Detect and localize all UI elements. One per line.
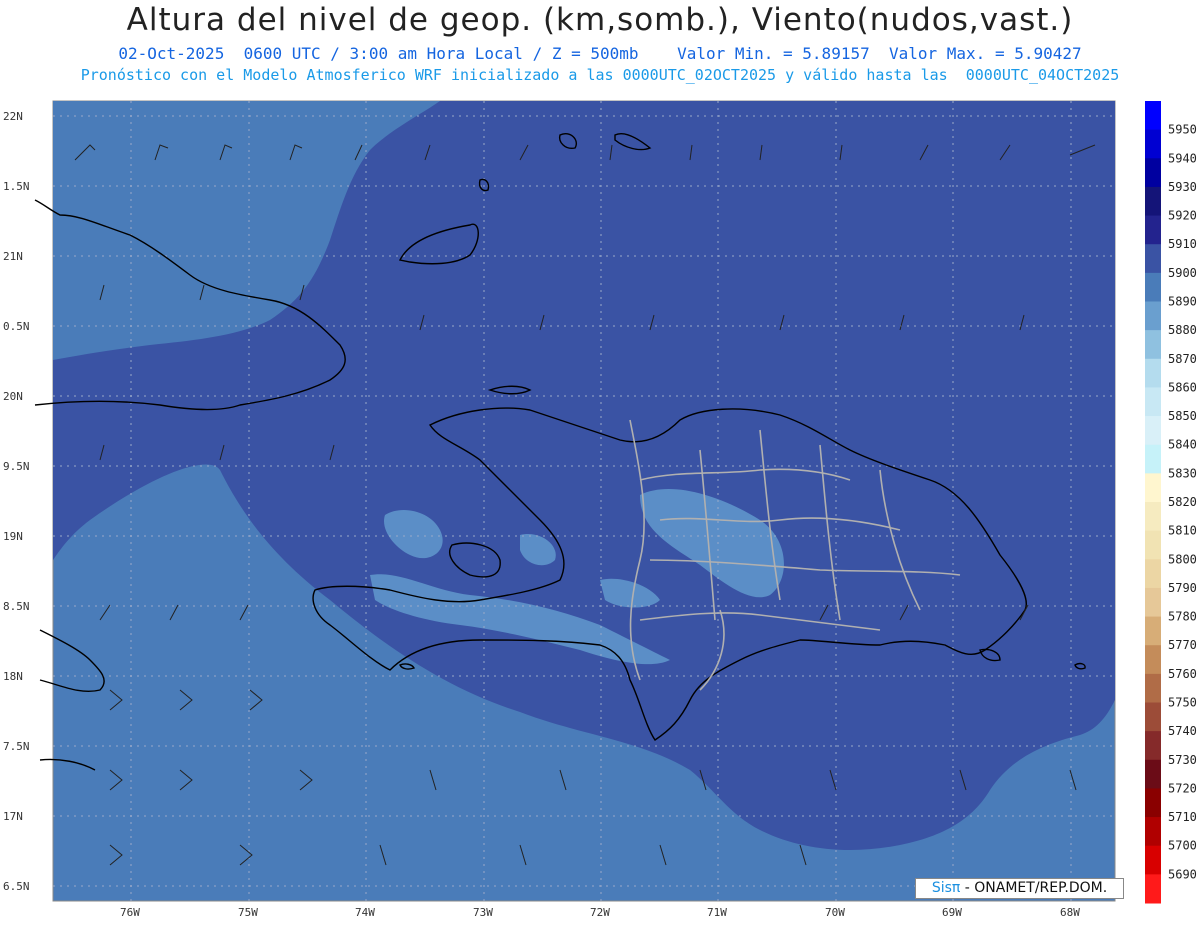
colorbar-swatch [1145, 387, 1161, 417]
lat-label: 17N [3, 810, 23, 823]
colorbar-swatch [1145, 731, 1161, 761]
lat-label: 0.5N [3, 320, 30, 333]
colorbar-label: 5870 [1168, 352, 1197, 366]
brand-logo: Sisπ [931, 880, 961, 896]
colorbar-label: 5910 [1168, 237, 1197, 251]
lat-label: 20N [3, 390, 23, 403]
colorbar-swatch [1145, 502, 1161, 532]
colorbar-swatch [1145, 473, 1161, 503]
colorbar-label: 5860 [1168, 380, 1197, 394]
lon-label: 72W [590, 906, 610, 919]
colorbar-swatch [1145, 301, 1161, 331]
lat-label: 9.5N [3, 460, 30, 473]
lon-label: 73W [473, 906, 493, 919]
lon-label: 68W [1060, 906, 1080, 919]
lat-label: 18N [3, 670, 23, 683]
colorbar-label: 5740 [1168, 724, 1197, 738]
lon-label: 74W [355, 906, 375, 919]
colorbar-label: 5710 [1168, 810, 1197, 824]
colorbar-swatch [1145, 645, 1161, 675]
colorbar-swatch [1145, 444, 1161, 474]
lon-label: 69W [942, 906, 962, 919]
colorbar-swatch [1145, 101, 1161, 131]
colorbar-label: 5760 [1168, 667, 1197, 681]
colorbar-swatch [1145, 817, 1161, 847]
lat-label: 21N [3, 250, 23, 263]
lat-label: 8.5N [3, 600, 30, 613]
colorbar-label: 5790 [1168, 581, 1197, 595]
lat-label: 6.5N [3, 880, 30, 893]
colorbar-label: 5940 [1168, 151, 1197, 165]
colorbar-swatch [1145, 874, 1161, 904]
colorbar-swatch [1145, 416, 1161, 446]
colorbar-swatch [1145, 186, 1161, 217]
colorbar-swatch [1145, 330, 1161, 360]
colorbar-label: 5690 [1168, 867, 1197, 881]
colorbar-swatch [1145, 673, 1161, 703]
colorbar-label: 5770 [1168, 638, 1197, 652]
colorbar-swatch [1145, 158, 1161, 188]
brand-org: - ONAMET/REP.DOM. [960, 880, 1108, 896]
colorbar-label: 5920 [1168, 209, 1197, 223]
colorbar-label: 5930 [1168, 180, 1197, 194]
colorbar-swatch [1145, 616, 1161, 646]
colorbar-label: 5730 [1168, 753, 1197, 767]
brand-label: Sisπ - ONAMET/REP.DOM. [915, 878, 1124, 899]
colorbar-label: 5880 [1168, 323, 1197, 337]
colorbar-label: 5700 [1168, 839, 1197, 853]
colorbar-label: 5820 [1168, 495, 1197, 509]
forecast-map: 22N 1.5N 21N 0.5N 20N 9.5N 19N 8.5N 18N … [3, 100, 1197, 919]
colorbar-swatch [1145, 358, 1161, 388]
colorbar-label: 5900 [1168, 266, 1197, 280]
colorbar-swatch [1145, 587, 1161, 618]
colorbar: 5950 5940 5930 5920 5910 5900 5890 5880 5870 5860… [1145, 101, 1197, 904]
latitude-labels: 22N 1.5N 21N 0.5N 20N 9.5N 19N 8.5N 18N … [3, 110, 30, 893]
lon-label: 71W [707, 906, 727, 919]
lat-label: 1.5N [3, 180, 30, 193]
colorbar-label: 5780 [1168, 610, 1197, 624]
colorbar-swatch [1145, 845, 1161, 875]
colorbar-label: 5950 [1168, 123, 1197, 137]
colorbar-swatch [1145, 215, 1161, 245]
lat-label: 19N [3, 530, 23, 543]
colorbar-swatch [1145, 702, 1161, 732]
colorbar-swatch [1145, 272, 1161, 302]
colorbar-swatch [1145, 788, 1161, 818]
lon-label: 75W [238, 906, 258, 919]
colorbar-swatch [1145, 244, 1161, 274]
colorbar-label: 5890 [1168, 295, 1197, 309]
colorbar-label: 5750 [1168, 696, 1197, 710]
lat-label: 22N [3, 110, 23, 123]
colorbar-swatch [1145, 530, 1161, 560]
longitude-labels: 76W 75W 74W 73W 72W 71W 70W 69W 68W [120, 906, 1080, 919]
lat-label: 7.5N [3, 740, 30, 753]
colorbar-swatch [1145, 129, 1161, 159]
colorbar-label: 5810 [1168, 524, 1197, 538]
colorbar-label: 5840 [1168, 438, 1197, 452]
colorbar-label: 5720 [1168, 781, 1197, 795]
lon-label: 76W [120, 906, 140, 919]
colorbar-swatch [1145, 559, 1161, 589]
colorbar-label: 5800 [1168, 552, 1197, 566]
colorbar-label: 5850 [1168, 409, 1197, 423]
colorbar-swatch [1145, 759, 1161, 789]
lon-label: 70W [825, 906, 845, 919]
colorbar-label: 5830 [1168, 466, 1197, 480]
